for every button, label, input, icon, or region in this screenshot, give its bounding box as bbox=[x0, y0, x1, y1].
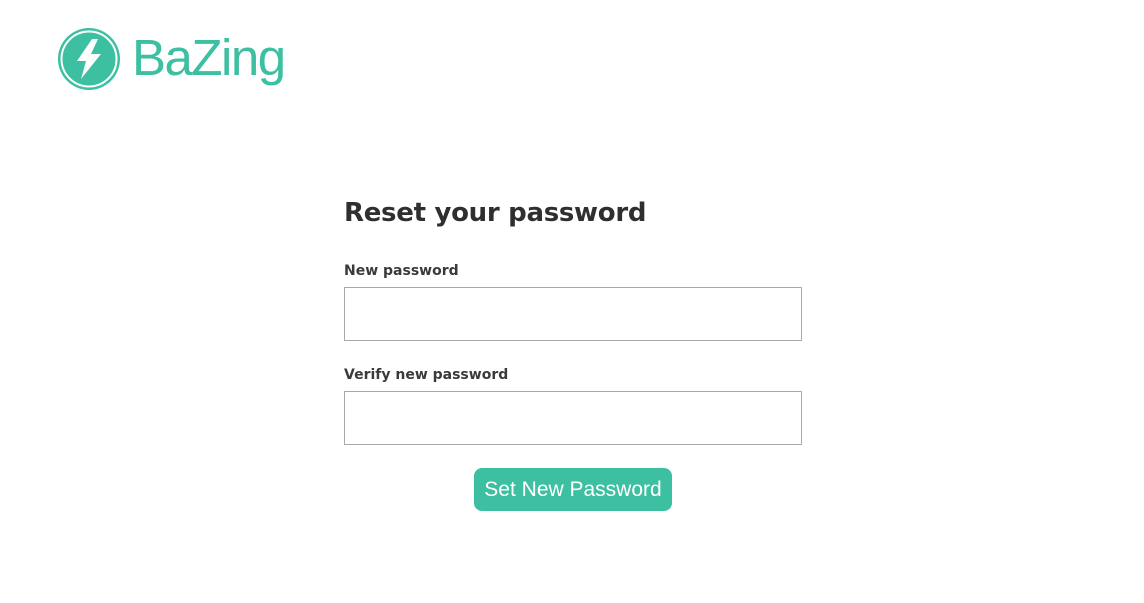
lightning-bolt-icon bbox=[58, 28, 120, 90]
new-password-input[interactable] bbox=[344, 287, 802, 341]
reset-password-page: BaZing Reset your password New password … bbox=[0, 0, 1144, 603]
verify-password-field-group: Verify new password bbox=[344, 366, 802, 445]
verify-password-input[interactable] bbox=[344, 391, 802, 445]
reset-password-form: Reset your password New password Verify … bbox=[344, 196, 802, 511]
brand-logo[interactable]: BaZing bbox=[57, 27, 286, 91]
new-password-field-group: New password bbox=[344, 262, 802, 341]
submit-row: Set New Password bbox=[344, 468, 802, 511]
page-title: Reset your password bbox=[344, 198, 647, 228]
new-password-label: New password bbox=[344, 263, 459, 279]
verify-password-label: Verify new password bbox=[344, 367, 509, 383]
set-new-password-button[interactable]: Set New Password bbox=[474, 468, 672, 511]
brand-name: BaZing bbox=[132, 28, 286, 86]
